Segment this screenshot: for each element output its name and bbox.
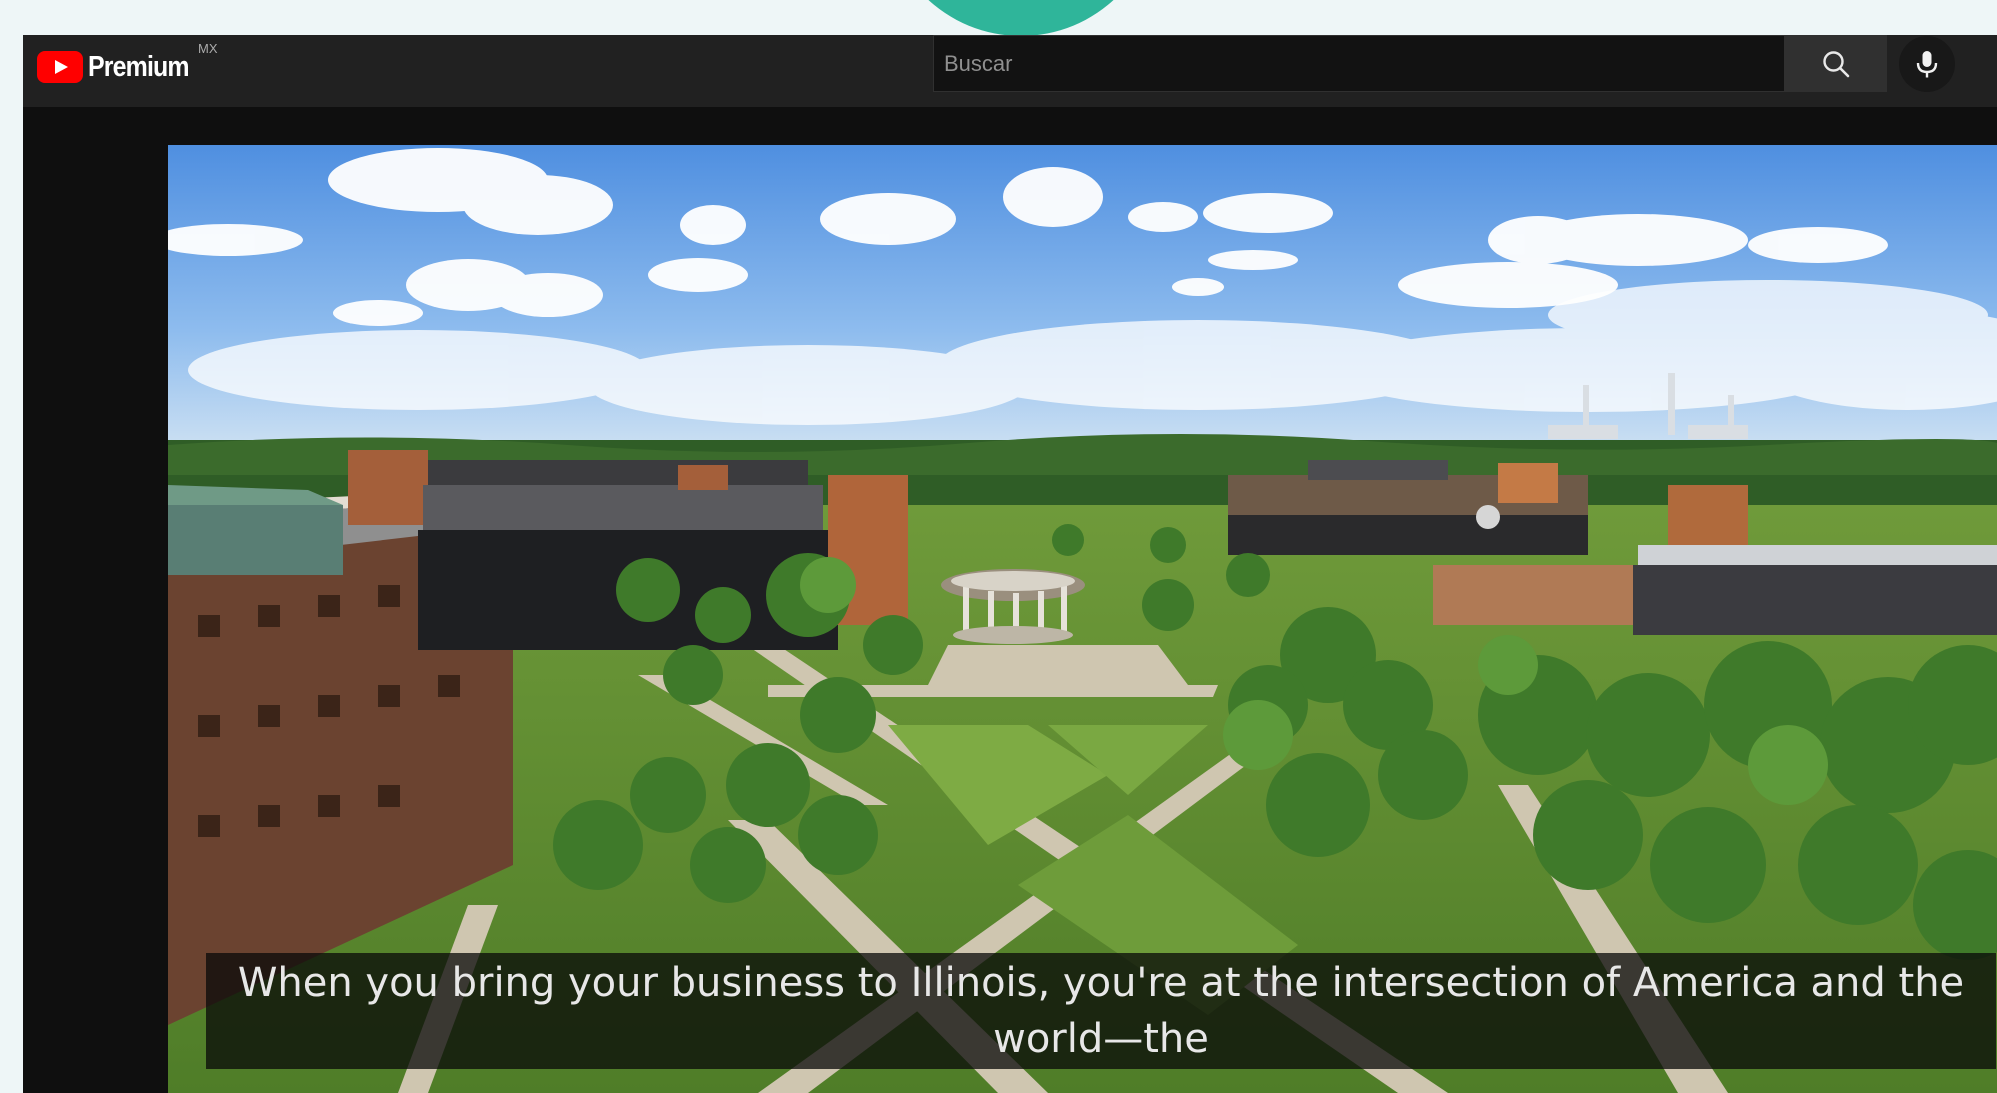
search-button[interactable]	[1785, 35, 1887, 92]
youtube-premium-logo[interactable]: Premium	[37, 49, 205, 85]
logo-wordmark: Premium	[88, 50, 190, 83]
region-code: MX	[198, 41, 218, 56]
video-player[interactable]: When you bring your business to Illinois…	[168, 145, 1997, 1093]
video-captions: When you bring your business to Illinois…	[206, 953, 1996, 1069]
search-box	[933, 35, 1785, 92]
microphone-icon	[1916, 51, 1938, 78]
video-frame	[168, 145, 1997, 1093]
background-accent-shape	[884, 0, 1158, 36]
masthead: Premium MX	[23, 35, 1997, 107]
youtube-play-icon	[37, 51, 83, 83]
voice-search-button[interactable]	[1899, 36, 1955, 92]
search-input[interactable]	[934, 36, 1784, 91]
browser-window: Premium MX Buscar When you bring your bu…	[23, 35, 1997, 1093]
search-icon	[1823, 50, 1850, 77]
